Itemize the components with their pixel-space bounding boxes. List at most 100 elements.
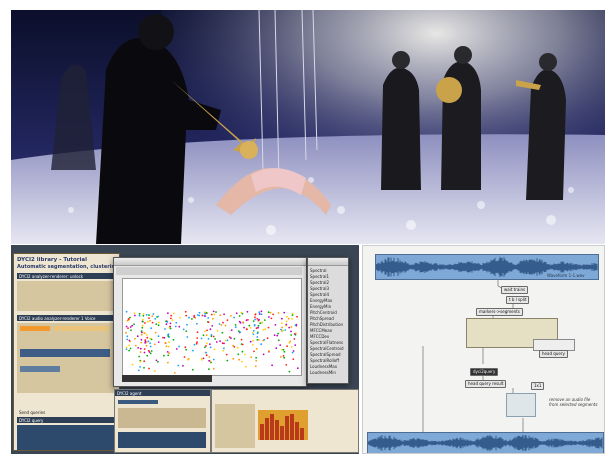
scatter-point: [157, 341, 160, 343]
scatter-point: [143, 332, 145, 334]
scatter-point: [293, 338, 296, 340]
scatter-point: [157, 315, 159, 318]
scatter-point: [198, 314, 201, 317]
panel1-title: DYCI2 analyzer-renderer: unlock: [19, 273, 84, 279]
scatter-point: [233, 337, 236, 340]
scatter-point: [242, 321, 244, 323]
scatter-point: [294, 324, 297, 326]
scatter-point: [204, 330, 206, 333]
scatter-point: [141, 324, 144, 327]
scatter-point: [126, 338, 129, 341]
scatter-point: [131, 324, 134, 327]
scatter-point: [260, 343, 263, 346]
scatter-point: [277, 332, 279, 335]
scatter-point: [285, 364, 288, 366]
scatter-point: [209, 343, 211, 345]
agent-panel: DYCI2 agent: [114, 389, 211, 453]
scatter-point: [207, 321, 210, 324]
scatter-point: [277, 312, 280, 314]
scatter-point: [171, 319, 174, 321]
scatter-point: [256, 339, 259, 341]
remove-note: remove an audio file from selected segme…: [549, 397, 598, 407]
scatter-point: [209, 346, 212, 349]
scatter-point: [208, 356, 211, 358]
node-head-query-result[interactable]: head query result: [465, 380, 507, 388]
scatter-point: [152, 313, 155, 315]
cluster-graph[interactable]: [506, 393, 536, 417]
scatter-point: [288, 326, 291, 329]
scatter-point: [141, 331, 143, 334]
max-patch: Waveform 1-1.wav wait trains t b l split…: [362, 245, 605, 454]
scatter-point: [236, 346, 239, 349]
scatter-point: [267, 326, 270, 329]
scatter-point: [148, 314, 150, 316]
scatter-point: [248, 324, 251, 327]
scatter-point: [164, 341, 167, 344]
scatter-point: [241, 360, 243, 363]
scatter-point: [237, 353, 240, 356]
scatter-point: [215, 311, 217, 313]
scatter-point: [267, 350, 270, 352]
node-split[interactable]: t b l split: [506, 296, 530, 304]
scatter-point: [191, 318, 193, 320]
scatter-point: [138, 355, 140, 358]
node-wait-trains[interactable]: wait trains: [501, 286, 529, 294]
scatter-point: [238, 315, 241, 317]
scatter-point: [255, 356, 257, 359]
node-dyci2query[interactable]: dyci2query: [470, 368, 499, 376]
scatter-point: [165, 345, 168, 348]
query-options: [215, 404, 255, 448]
scatter-point: [205, 312, 208, 314]
analyze-button[interactable]: [54, 326, 109, 331]
scatter-point: [224, 339, 227, 342]
load-button[interactable]: [20, 326, 50, 331]
scatter-point: [157, 360, 159, 363]
scatter-point: [184, 310, 187, 313]
scatter-point: [238, 358, 240, 361]
scatter-point: [149, 319, 151, 322]
render-bar: [20, 366, 60, 372]
scatter-point: [145, 313, 148, 316]
bottom-waveform[interactable]: [367, 432, 604, 453]
scatter-controls[interactable]: [122, 375, 212, 382]
scatter-point: [125, 346, 128, 349]
scatter-point: [294, 344, 297, 346]
scatter-point: [204, 315, 207, 317]
scatter-point: [145, 334, 148, 336]
scatter-point: [144, 322, 146, 324]
scatter-point: [170, 314, 173, 317]
scatter-point: [284, 329, 287, 331]
scatter-point: [291, 317, 293, 320]
scatter-point: [239, 331, 241, 333]
scatter-point: [186, 323, 188, 326]
scatter-point: [222, 349, 225, 352]
node-mix[interactable]: 1x1: [531, 382, 545, 390]
scatter-plot[interactable]: [122, 278, 302, 376]
scatter-point: [279, 356, 282, 358]
scatter-point: [220, 324, 223, 326]
scatter-point: [223, 342, 225, 345]
agent-field[interactable]: [118, 400, 158, 404]
scatter-point: [253, 324, 256, 326]
panel1-body: [17, 281, 115, 311]
node-markers[interactable]: markers->segments: [476, 308, 523, 316]
scatter-point: [147, 340, 150, 343]
scatter-point: [263, 319, 266, 321]
scatter-point: [210, 334, 213, 336]
scatter-point: [249, 327, 252, 329]
scatter-point: [147, 320, 149, 323]
scatter-point: [185, 330, 188, 332]
node-head-query[interactable]: head query: [539, 350, 568, 358]
scatter-point: [287, 317, 290, 320]
scatter-point: [163, 336, 166, 339]
scatter-point: [212, 358, 215, 361]
scatter-point: [138, 312, 141, 315]
scatter-point: [149, 342, 151, 344]
feature-list-item[interactable]: LoudnessMin: [310, 370, 346, 376]
scatter-point: [139, 360, 142, 363]
scatter-point: [198, 311, 201, 314]
scatter-point: [215, 341, 218, 343]
scatter-point: [195, 342, 198, 345]
scatter-point: [150, 350, 153, 352]
scatter-point: [167, 335, 170, 338]
